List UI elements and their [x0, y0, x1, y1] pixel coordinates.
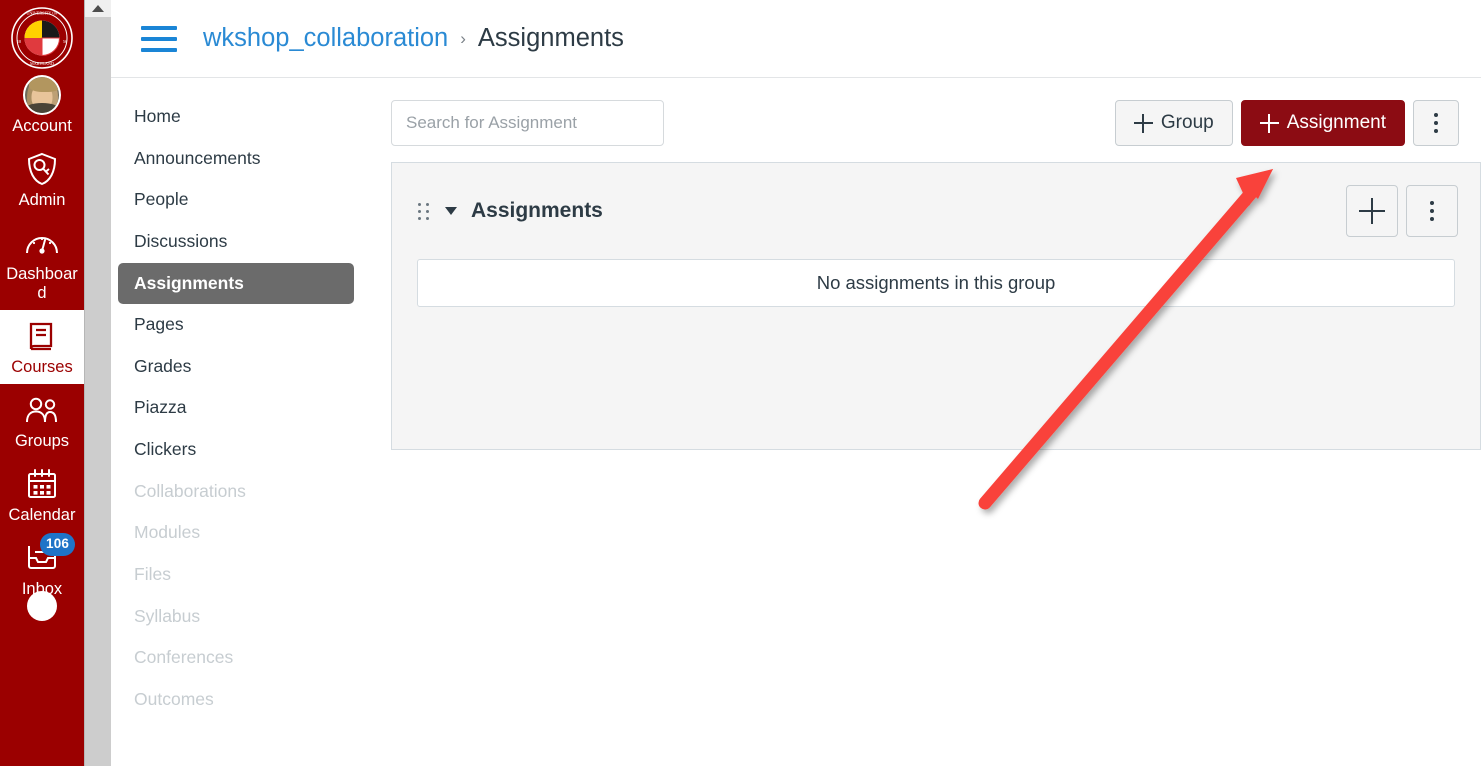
- course-nav-item-pages[interactable]: Pages: [118, 304, 354, 346]
- global-nav-label: Account: [12, 117, 72, 135]
- chevron-up-icon: [92, 5, 104, 12]
- assignment-group-header: Assignments: [392, 163, 1480, 259]
- breadcrumb-course-link[interactable]: wkshop_collaboration: [203, 24, 448, 53]
- drag-handle-icon[interactable]: [418, 201, 429, 221]
- shield-key-icon: [23, 150, 61, 188]
- course-nav-item-home[interactable]: Home: [118, 96, 354, 138]
- global-nav-label: Admin: [18, 190, 66, 209]
- global-nav-label: Calendar: [8, 505, 76, 524]
- course-nav-item-assignments[interactable]: Assignments: [118, 262, 354, 305]
- add-assignment-label: Assignment: [1286, 112, 1386, 133]
- course-nav-item-syllabus[interactable]: Syllabus: [118, 596, 354, 638]
- global-nav-item-calendar[interactable]: Calendar: [0, 458, 84, 532]
- avatar-icon: [23, 75, 61, 115]
- breadcrumb: wkshop_collaboration › Assignments: [203, 24, 624, 53]
- page-scrollbar[interactable]: [84, 0, 111, 766]
- search-input[interactable]: [391, 100, 664, 146]
- global-nav-label: Courses: [11, 358, 73, 377]
- main-region: wkshop_collaboration › Assignments Home …: [111, 0, 1481, 766]
- course-nav-item-people[interactable]: People: [118, 179, 354, 221]
- canvas-assignments-page: UNIVERSITY OF MARYLAND 18 56 Account Adm…: [0, 0, 1481, 766]
- global-nav-label: Groups: [14, 431, 70, 450]
- course-nav-item-conferences[interactable]: Conferences: [118, 637, 354, 679]
- kebab-menu-icon: [1433, 113, 1439, 133]
- body-area: Home Announcements People Discussions As…: [111, 78, 1481, 766]
- course-nav-item-outcomes[interactable]: Outcomes: [118, 679, 354, 721]
- add-assignment-button[interactable]: Assignment: [1240, 100, 1405, 146]
- svg-text:56: 56: [63, 39, 67, 44]
- svg-text:MARYLAND: MARYLAND: [30, 61, 54, 66]
- course-nav-item-modules[interactable]: Modules: [118, 512, 354, 554]
- global-nav-item-groups[interactable]: Groups: [0, 384, 84, 458]
- kebab-menu-icon: [1429, 201, 1435, 221]
- global-nav-item-admin[interactable]: Admin: [0, 143, 84, 217]
- assignment-group-panel: Assignments No assignments in this group: [391, 162, 1481, 450]
- plus-icon: [1259, 113, 1279, 133]
- course-navigation: Home Announcements People Discussions As…: [111, 78, 361, 766]
- svg-text:18: 18: [17, 39, 21, 44]
- assignment-group-options-button[interactable]: [1406, 185, 1458, 237]
- breadcrumb-current-page: Assignments: [477, 24, 624, 52]
- dashboard-gauge-icon: [23, 224, 61, 262]
- course-nav-item-announcements[interactable]: Announcements: [118, 138, 354, 180]
- assignments-options-button[interactable]: [1413, 100, 1459, 146]
- course-nav-item-clickers[interactable]: Clickers: [118, 429, 354, 471]
- calendar-icon: [23, 465, 61, 503]
- course-nav-item-collaborations[interactable]: Collaborations: [118, 471, 354, 513]
- add-assignment-to-group-button[interactable]: [1346, 185, 1398, 237]
- course-nav-item-grades[interactable]: Grades: [118, 346, 354, 388]
- caret-down-icon[interactable]: [445, 207, 457, 215]
- breadcrumb-separator: ›: [460, 28, 466, 48]
- assignments-content: Group Assignment: [361, 78, 1481, 766]
- add-group-button[interactable]: Group: [1114, 100, 1233, 146]
- plus-icon: [1359, 198, 1385, 224]
- empty-group-message: No assignments in this group: [417, 259, 1455, 307]
- global-navigation: UNIVERSITY OF MARYLAND 18 56 Account Adm…: [0, 0, 84, 766]
- course-nav-item-piazza[interactable]: Piazza: [118, 387, 354, 429]
- global-nav-label: Dashboard: [6, 264, 78, 303]
- global-nav-item-account[interactable]: Account: [0, 69, 84, 143]
- help-icon[interactable]: [27, 591, 57, 622]
- assignments-toolbar: Group Assignment: [391, 100, 1481, 146]
- inbox-unread-badge: 106: [40, 532, 76, 556]
- global-nav-item-dashboard[interactable]: Dashboard: [0, 217, 84, 311]
- umd-logo[interactable]: UNIVERSITY OF MARYLAND 18 56: [11, 7, 73, 69]
- inbox-tray-icon: 106: [23, 532, 76, 577]
- svg-text:UNIVERSITY OF: UNIVERSITY OF: [26, 11, 58, 16]
- hamburger-icon[interactable]: [141, 25, 177, 52]
- global-nav-item-inbox[interactable]: 106 Inbox: [0, 532, 84, 622]
- add-group-label: Group: [1160, 112, 1214, 133]
- plus-icon: [1133, 113, 1153, 133]
- course-nav-item-files[interactable]: Files: [118, 554, 354, 596]
- breadcrumb-bar: wkshop_collaboration › Assignments: [111, 0, 1481, 78]
- course-nav-item-discussions[interactable]: Discussions: [118, 221, 354, 263]
- assignment-group-title: Assignments: [471, 199, 603, 222]
- scroll-up-button[interactable]: [85, 0, 111, 17]
- people-icon: [23, 391, 61, 429]
- global-nav-item-courses[interactable]: Courses: [0, 310, 84, 384]
- book-icon: [23, 317, 61, 355]
